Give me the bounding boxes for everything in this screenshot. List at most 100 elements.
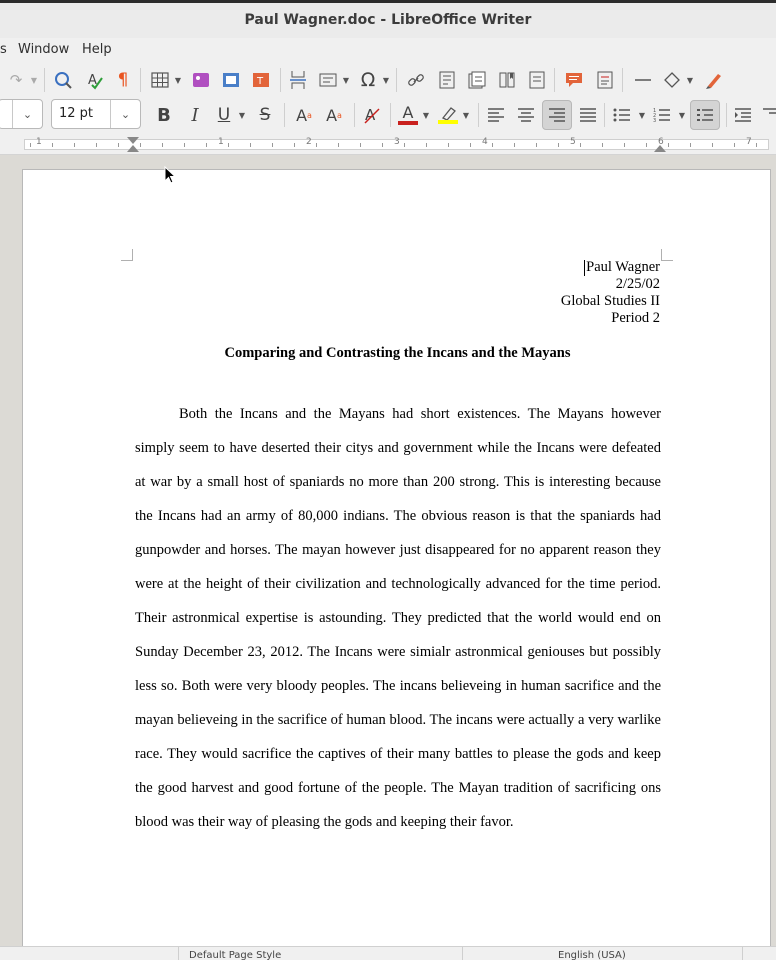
italic-icon[interactable]: I: [184, 103, 206, 127]
insert-field-icon[interactable]: [316, 68, 340, 92]
spelling-icon[interactable]: A: [82, 68, 108, 92]
margin-corner-marker: [661, 249, 673, 261]
page-style-status[interactable]: Default Page Style: [189, 950, 281, 960]
ordered-list-icon[interactable]: 123: [650, 103, 674, 127]
ruler-tick: [514, 143, 515, 147]
special-character-icon[interactable]: Ω: [356, 68, 380, 92]
document-workspace[interactable]: Paul Wagner 2/25/02 Global Studies II Pe…: [0, 156, 776, 959]
find-replace-icon[interactable]: [50, 68, 76, 92]
ruler-tick: [470, 143, 471, 147]
insert-image-icon[interactable]: [190, 68, 212, 92]
footnote-icon[interactable]: [436, 68, 458, 92]
document-title[interactable]: Comparing and Contrasting the Incans and…: [23, 345, 772, 362]
basic-shapes-icon[interactable]: [660, 68, 684, 92]
strikethrough-icon[interactable]: S: [254, 103, 276, 127]
ruler-tick: [492, 143, 493, 147]
draw-function-icon[interactable]: [702, 68, 726, 92]
unordered-list-icon[interactable]: [610, 103, 634, 127]
ruler-tick: [448, 143, 449, 147]
ruler-number: 1: [218, 137, 224, 147]
hyperlink-icon[interactable]: [404, 68, 428, 92]
ruler-tick: [52, 143, 53, 147]
font-color-dropdown-icon[interactable]: ▼: [422, 103, 430, 127]
formatting-toolbar: ⌄ 12 pt ⌄ B I U ▼ S Aa Aa A A ▼ ▼ ▼ 123: [0, 97, 776, 133]
ruler-tick: [624, 143, 625, 147]
header-date[interactable]: 2/25/02: [616, 276, 660, 293]
header-name[interactable]: Paul Wagner: [586, 259, 660, 276]
chevron-down-icon[interactable]: ⌄: [12, 100, 42, 128]
ruler-number: 7: [746, 137, 752, 147]
clear-formatting-icon[interactable]: A: [360, 103, 384, 127]
ordered-list-dropdown-icon[interactable]: ▼: [678, 103, 686, 127]
special-character-dropdown-icon[interactable]: ▼: [382, 68, 390, 92]
left-indent-marker[interactable]: [127, 137, 139, 144]
hanging-indent-marker[interactable]: [127, 145, 139, 152]
align-center-icon[interactable]: [514, 103, 538, 127]
document-page[interactable]: Paul Wagner 2/25/02 Global Studies II Pe…: [22, 169, 771, 959]
ruler-tick: [756, 143, 757, 147]
chevron-down-icon[interactable]: ⌄: [110, 100, 140, 128]
margin-corner-marker: [121, 249, 133, 261]
toolbar-separator: [622, 68, 623, 92]
toolbar-separator: [396, 68, 397, 92]
language-status[interactable]: English (USA): [558, 950, 626, 960]
insert-textbox-icon[interactable]: T: [250, 68, 272, 92]
font-size-value: 12 pt: [59, 106, 94, 121]
menu-item-window[interactable]: Window: [18, 42, 69, 57]
ruler-tick: [602, 143, 603, 147]
track-changes-icon[interactable]: [594, 68, 616, 92]
standard-toolbar: ↷ ▼ A ¶ ▼ T ▼ Ω ▼ ▼: [0, 62, 776, 98]
toolbar-separator: [554, 68, 555, 92]
justify-icon[interactable]: [576, 103, 600, 127]
document-body[interactable]: Both the Incans and the Mayans had short…: [135, 397, 661, 839]
highlight-color-swatch: [438, 120, 458, 124]
text-cursor: [584, 260, 585, 276]
insert-chart-icon[interactable]: [220, 68, 242, 92]
font-name-box[interactable]: ⌄: [0, 99, 43, 129]
outline-list-icon[interactable]: [690, 100, 720, 130]
right-indent-marker[interactable]: [654, 145, 666, 152]
unordered-list-dropdown-icon[interactable]: ▼: [638, 103, 646, 127]
increase-indent-icon[interactable]: [732, 103, 754, 127]
highlight-color-icon[interactable]: [436, 103, 460, 127]
menu-item-partial[interactable]: s: [0, 42, 7, 57]
header-class[interactable]: Global Studies II: [561, 293, 660, 310]
table-dropdown-icon[interactable]: ▼: [174, 68, 182, 92]
insert-table-icon[interactable]: [148, 68, 172, 92]
align-right-icon[interactable]: [542, 100, 572, 130]
ruler-tick: [690, 143, 691, 147]
shapes-dropdown-icon[interactable]: ▼: [686, 68, 694, 92]
align-left-icon[interactable]: [484, 103, 508, 127]
field-dropdown-icon[interactable]: ▼: [342, 68, 350, 92]
ruler-tick: [536, 143, 537, 147]
ruler-number: 3: [394, 137, 400, 147]
bookmark-icon[interactable]: [496, 68, 518, 92]
formatting-marks-icon[interactable]: ¶: [112, 68, 134, 92]
ruler-number: 5: [570, 137, 576, 147]
ruler-tick: [360, 143, 361, 147]
insert-line-icon[interactable]: [630, 68, 656, 92]
superscript-icon[interactable]: Aa: [292, 103, 316, 127]
decrease-indent-icon[interactable]: [760, 103, 776, 127]
header-period[interactable]: Period 2: [611, 310, 660, 327]
page-break-icon[interactable]: [286, 68, 310, 92]
window-titlebar: Paul Wagner.doc - LibreOffice Writer: [0, 0, 776, 38]
redo-icon[interactable]: ↷: [2, 68, 30, 92]
bold-icon[interactable]: B: [152, 103, 176, 127]
underline-dropdown-icon[interactable]: ▼: [238, 103, 246, 127]
subscript-icon[interactable]: Aa: [322, 103, 346, 127]
cross-reference-icon[interactable]: [526, 68, 548, 92]
ruler-tick: [96, 143, 97, 147]
body-paragraph[interactable]: Both the Incans and the Mayans had short…: [135, 397, 661, 839]
redo-dropdown-icon[interactable]: ▼: [30, 68, 38, 92]
underline-icon[interactable]: U: [212, 103, 236, 127]
menu-item-help[interactable]: Help: [82, 42, 112, 57]
insert-comment-icon[interactable]: [562, 68, 586, 92]
font-color-icon[interactable]: A: [396, 103, 420, 127]
font-size-box[interactable]: 12 pt ⌄: [51, 99, 141, 129]
horizontal-ruler[interactable]: 1 1 2 3 4 5 6 7: [0, 133, 776, 155]
highlight-dropdown-icon[interactable]: ▼: [462, 103, 470, 127]
ruler-tick: [206, 143, 207, 147]
endnote-icon[interactable]: [466, 68, 488, 92]
toolbar-separator: [44, 68, 45, 92]
